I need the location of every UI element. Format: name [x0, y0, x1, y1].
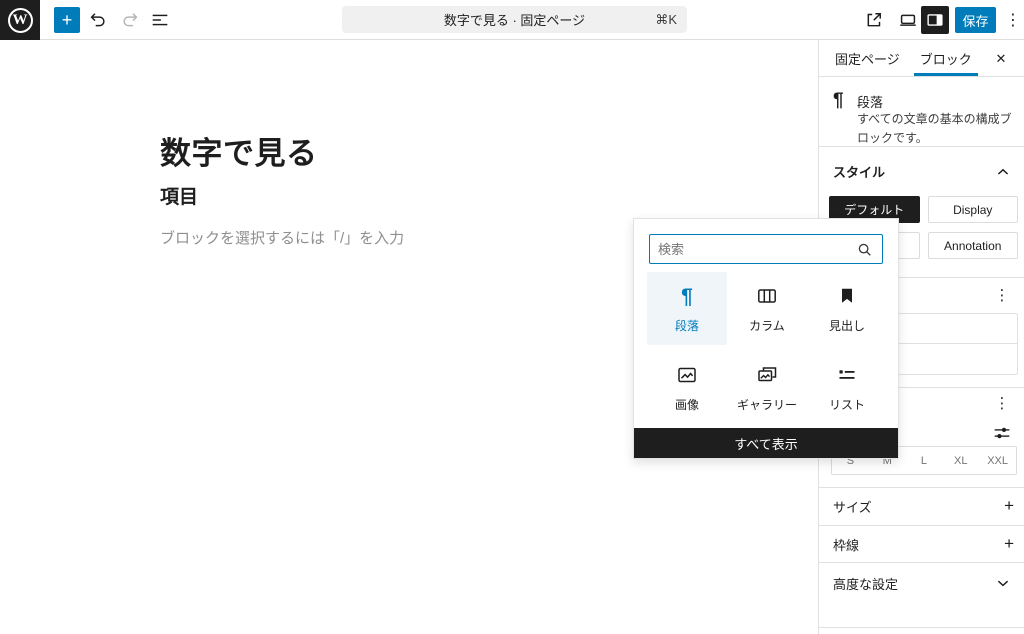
image-icon: [675, 363, 699, 387]
command-center-search[interactable]: 数字で見る · 固定ページ ⌘K: [342, 6, 687, 33]
panel-row-dimensions[interactable]: サイズ +: [819, 487, 1024, 525]
block-inserter-toggle-button[interactable]: +: [54, 7, 80, 33]
styles-panel-header[interactable]: スタイル: [819, 147, 1024, 196]
sliders-icon: [991, 422, 1013, 444]
chevron-down-icon: [992, 572, 1014, 594]
block-type-image[interactable]: 画像: [647, 351, 727, 424]
search-icon: [854, 239, 876, 261]
heading-icon: [835, 284, 859, 308]
block-card-title: 段落: [857, 92, 883, 111]
redo-icon: [119, 9, 141, 31]
kebab-icon: ⋮: [995, 394, 1010, 412]
block-type-list[interactable]: リスト: [807, 351, 887, 424]
options-menu-button[interactable]: ⋮: [1002, 0, 1024, 40]
heading-block[interactable]: 項目: [160, 182, 658, 209]
wordpress-block-editor: W + 数字で見る · 固定ページ ⌘K: [0, 0, 1024, 634]
close-icon: ✕: [996, 51, 1007, 67]
divider: [819, 562, 1024, 563]
color-options-menu-button[interactable]: ⋮: [990, 283, 1014, 307]
editor-topbar: W + 数字で見る · 固定ページ ⌘K: [0, 0, 1024, 40]
document-title: 数字で見る · 固定ページ: [342, 6, 687, 33]
kebab-icon: ⋮: [995, 286, 1010, 304]
style-variation-annotation[interactable]: Annotation: [928, 232, 1019, 259]
wordpress-logo[interactable]: W: [0, 0, 40, 40]
chevron-up-icon: [992, 161, 1014, 183]
panel-row-advanced[interactable]: 高度な設定: [819, 564, 1024, 602]
kebab-icon: ⋮: [1005, 10, 1021, 30]
list-icon: [835, 363, 859, 387]
divider: [819, 627, 1024, 628]
block-type-grid: ¶ 段落 カラム 見出し: [647, 272, 887, 424]
block-search-field: [649, 234, 883, 264]
typography-options-menu-button[interactable]: ⋮: [990, 391, 1014, 415]
tab-page[interactable]: 固定ページ: [829, 40, 906, 76]
font-size-xl[interactable]: XL: [942, 447, 979, 474]
font-size-xxl[interactable]: XXL: [979, 447, 1016, 474]
columns-icon: [755, 284, 779, 308]
save-button[interactable]: 保存: [955, 7, 996, 33]
font-size-settings-button[interactable]: [990, 421, 1014, 445]
plus-icon: +: [1004, 534, 1014, 554]
close-sidebar-button[interactable]: ✕: [988, 40, 1014, 77]
post-title[interactable]: 数字で見る: [160, 128, 658, 173]
undo-icon[interactable]: [87, 9, 109, 31]
plus-icon: +: [1004, 496, 1014, 516]
block-type-gallery[interactable]: ギャラリー: [727, 351, 807, 424]
sidebar-panel-icon: [924, 9, 946, 31]
block-type-columns[interactable]: カラム: [727, 272, 807, 345]
block-inserter-popup: ¶ 段落 カラム 見出し: [633, 218, 899, 459]
keyboard-shortcut-badge: ⌘K: [655, 6, 677, 33]
styles-panel-title: スタイル: [833, 147, 885, 196]
tab-block[interactable]: ブロック: [914, 40, 978, 76]
plus-icon: +: [62, 10, 73, 31]
font-size-l[interactable]: L: [906, 447, 943, 474]
preview-device-icon[interactable]: [897, 9, 919, 31]
block-card: ¶ 段落 すべての文章の基本の構成ブロックです。: [819, 77, 1024, 147]
settings-sidebar-toggle-button[interactable]: [921, 6, 949, 34]
empty-block-placeholder[interactable]: ブロックを選択するには「/」を入力: [160, 227, 600, 248]
style-variation-display[interactable]: Display: [928, 196, 1019, 223]
block-card-description: すべての文章の基本の構成ブロックです。: [857, 110, 1019, 147]
view-site-external-link-icon[interactable]: [863, 9, 885, 31]
gallery-icon: [755, 363, 779, 387]
document-overview-icon[interactable]: [149, 9, 171, 31]
paragraph-icon: ¶: [833, 91, 844, 110]
block-search-input[interactable]: [650, 235, 882, 263]
block-type-heading[interactable]: 見出し: [807, 272, 887, 345]
wordpress-logo-icon: W: [8, 8, 33, 33]
block-type-paragraph[interactable]: ¶ 段落: [647, 272, 727, 345]
browse-all-button[interactable]: すべて表示: [634, 428, 898, 458]
paragraph-icon: ¶: [681, 286, 693, 307]
sidebar-tabs: 固定ページ ブロック ✕: [819, 40, 1024, 77]
panel-row-border[interactable]: 枠線 +: [819, 525, 1024, 563]
